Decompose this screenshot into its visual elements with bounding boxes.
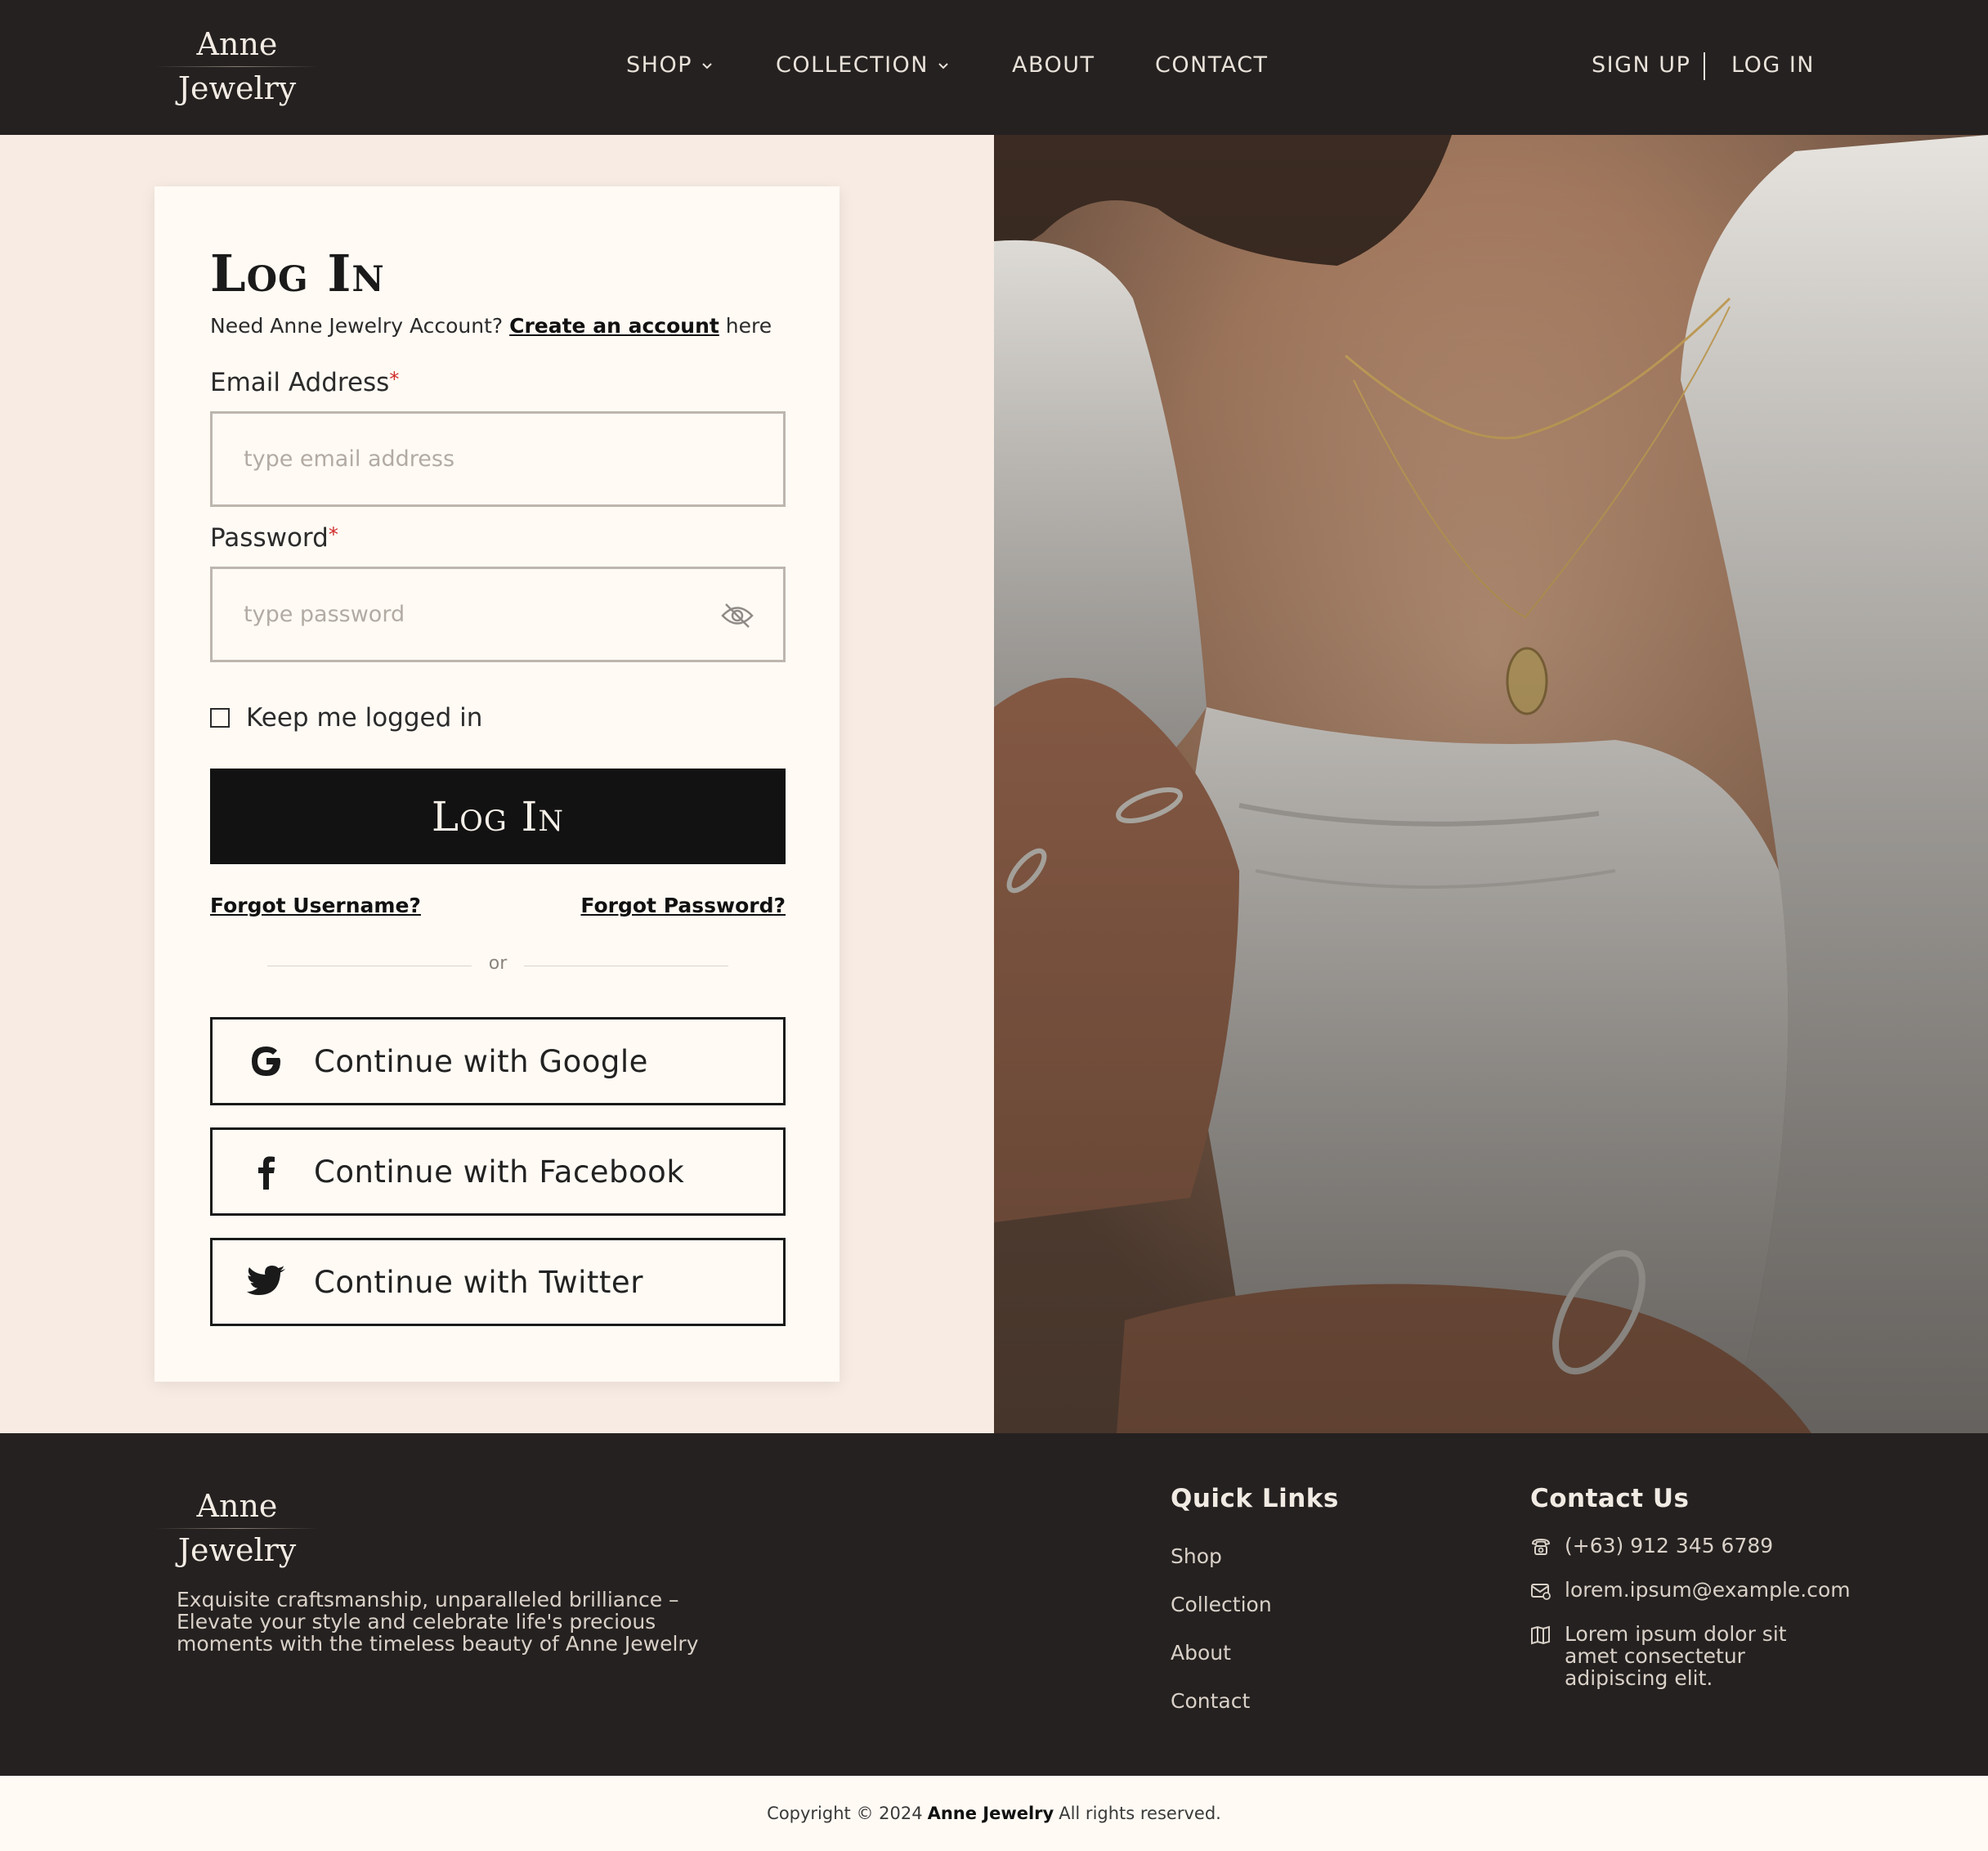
phone-icon [1531,1538,1551,1555]
mail-icon [1531,1584,1551,1600]
password-input[interactable]: type password [210,567,786,662]
create-account-link[interactable]: Create an account [509,314,719,338]
nav-about-label: ABOUT [1012,52,1095,78]
email-placeholder: type email address [244,446,455,472]
log-in-link[interactable]: LOG IN [1731,52,1815,78]
contact-email-text: lorem.ipsum@example.com [1565,1578,1851,1602]
chevron-down-icon [702,62,712,69]
nav-shop[interactable]: SHOP [626,52,714,78]
password-label-text: Password [210,523,329,553]
contact-email[interactable]: lorem.ipsum@example.com [1530,1579,1851,1602]
footer-description: Exquisite craftsmanship, unparalleled br… [177,1588,699,1656]
footer-brand-line-2: Jewelry [177,1532,297,1569]
forgot-password-link[interactable]: Forgot Password? [580,894,786,917]
site-footer: Anne Jewelry Exquisite craftsmanship, un… [0,1433,1988,1776]
logo-rule [155,66,319,68]
keep-logged-in-label: Keep me logged in [246,703,483,733]
twitter-login-label: Continue with Twitter [314,1264,643,1300]
contact-phone: (+63) 912 345 6789 [1530,1535,1773,1557]
copyright-bar: Copyright © 2024 Anne Jewelry All rights… [0,1776,1988,1851]
required-mark: * [389,368,400,391]
copyright-brand: Anne Jewelry [927,1804,1054,1823]
footer-link-about[interactable]: About [1171,1641,1231,1665]
forgot-username-link[interactable]: Forgot Username? [210,894,421,917]
contact-address: Lorem ipsum dolor sit amet consectetur a… [1530,1623,1841,1689]
footer-link-collection[interactable]: Collection [1171,1593,1272,1616]
subtitle-prefix: Need Anne Jewelry Account? [210,314,510,338]
eye-off-icon[interactable] [721,602,754,630]
chevron-down-icon [938,62,948,69]
footer-brand-logo[interactable]: Anne Jewelry [155,1486,319,1571]
password-label: Password* [210,523,338,553]
brand-line-2: Jewelry [177,70,297,107]
email-label: Email Address* [210,368,399,397]
footer-logo-rule [155,1528,319,1530]
or-divider: or [267,953,728,978]
auth-separator [1704,52,1705,80]
twitter-login-button[interactable]: Continue with Twitter [210,1238,786,1326]
required-mark: * [328,523,338,546]
facebook-login-button[interactable]: Continue with Facebook [210,1127,786,1216]
keep-logged-in-checkbox[interactable] [210,708,230,728]
contact-phone-text: (+63) 912 345 6789 [1565,1534,1774,1557]
footer-link-contact[interactable]: Contact [1171,1689,1250,1713]
email-input[interactable]: type email address [210,411,786,507]
login-subtitle: Need Anne Jewelry Account? Create an acc… [210,314,772,338]
copyright-suffix: All rights reserved. [1059,1804,1221,1823]
hero-photo-illustration [994,135,1988,1433]
nav-collection[interactable]: COLLECTION [776,52,950,78]
nav-shop-label: SHOP [626,52,692,78]
twitter-icon [244,1259,289,1305]
nav-about[interactable]: ABOUT [1012,52,1095,78]
brand-logo[interactable]: Anne Jewelry [155,25,319,110]
map-icon [1531,1625,1550,1645]
quick-links-title: Quick Links [1171,1484,1339,1513]
footer-link-shop[interactable]: Shop [1171,1544,1222,1568]
nav-contact[interactable]: CONTACT [1155,52,1269,78]
keep-logged-in-row[interactable]: Keep me logged in [210,703,482,733]
facebook-icon [244,1149,289,1194]
contact-us-title: Contact Us [1530,1484,1690,1513]
google-icon [244,1038,289,1084]
google-login-label: Continue with Google [314,1043,648,1079]
footer-brand-line-1: Anne [196,1488,278,1524]
nav-contact-label: CONTACT [1155,52,1269,78]
contact-address-text: Lorem ipsum dolor sit amet consectetur a… [1565,1622,1787,1690]
email-label-text: Email Address [210,368,390,397]
login-title: Log In [210,244,385,303]
brand-line-1: Anne [196,26,278,62]
site-header: Anne Jewelry SHOP COLLECTION ABOUT CONTA… [0,0,1988,135]
facebook-login-label: Continue with Facebook [314,1154,685,1190]
hero-image [994,135,1988,1433]
nav-collection-label: COLLECTION [776,52,929,78]
google-login-button[interactable]: Continue with Google [210,1017,786,1105]
login-button[interactable]: Log In [210,769,786,864]
subtitle-suffix: here [719,314,772,338]
divider-text: or [488,953,508,974]
password-placeholder: type password [244,602,405,627]
sign-up-link[interactable]: SIGN UP [1592,52,1690,78]
copyright-prefix: Copyright © 2024 [767,1804,923,1823]
login-card: Log In Need Anne Jewelry Account? Create… [154,186,840,1382]
